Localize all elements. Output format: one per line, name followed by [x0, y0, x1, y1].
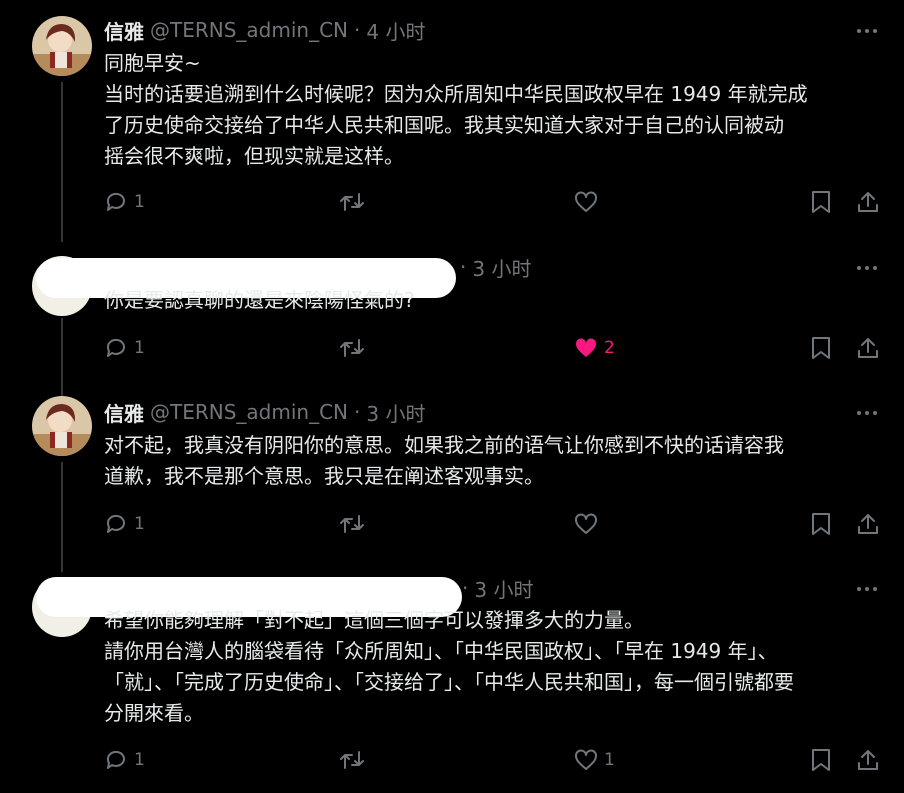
action-bar: 1 1	[0, 746, 904, 774]
bookmark-icon	[812, 513, 830, 535]
retweet-icon	[340, 751, 364, 769]
like-button[interactable]: 2	[574, 334, 615, 362]
like-count: 1	[604, 750, 615, 770]
tweet-header: · 3 小时	[460, 253, 531, 282]
more-options-icon[interactable]	[856, 578, 878, 600]
timestamp[interactable]: 3 小时	[366, 398, 425, 427]
timestamp[interactable]: 3 小时	[472, 253, 531, 282]
heart-icon	[575, 749, 597, 770]
more-options-icon[interactable]	[856, 20, 878, 42]
reply-button[interactable]: 1	[104, 188, 145, 216]
bookmark-button[interactable]	[810, 746, 832, 774]
action-bar: 1	[0, 188, 904, 216]
bookmark-icon	[812, 191, 830, 213]
reply-button[interactable]: 1	[104, 510, 145, 538]
tweet-text-line: 同胞早安~	[104, 51, 201, 75]
author-handle[interactable]: @TERNS_admin_CN	[150, 400, 348, 424]
share-icon	[858, 514, 878, 534]
tweet-text-line: 分開來看。	[104, 701, 204, 725]
timestamp[interactable]: 4 小时	[366, 16, 425, 45]
separator-dot: ·	[462, 576, 469, 600]
more-options-icon[interactable]	[856, 402, 878, 424]
tweet-text-line: 摇会很不爽啦，但现实就是这样。	[104, 144, 404, 168]
bookmark-button[interactable]	[810, 188, 832, 216]
share-icon	[858, 192, 878, 212]
tweet[interactable]: · 3 小时 希望你能夠理解「對不起」這個三個字可以發揮多大的力量。 請你用台灣…	[0, 565, 904, 793]
tweet-text-line: 請你用台灣人的腦袋看待「众所周知」、「中华民国政权」、「早在 1949 年」、	[104, 639, 778, 663]
tweet-text: 希望你能夠理解「對不起」這個三個字可以發揮多大的力量。 請你用台灣人的腦袋看待「…	[104, 605, 894, 729]
reply-count: 1	[134, 750, 145, 770]
share-button[interactable]	[856, 510, 880, 538]
bookmark-icon	[812, 337, 830, 359]
tweet-header: 信雅 @TERNS_admin_CN · 3 小时	[104, 398, 425, 427]
like-button[interactable]	[574, 510, 598, 538]
reply-icon	[106, 338, 125, 357]
separator-dot: ·	[354, 400, 361, 424]
reply-button[interactable]: 1	[104, 746, 145, 774]
reply-count: 1	[134, 338, 145, 358]
heart-icon	[575, 513, 597, 534]
tweet-text-line: 你是要認真聊的還是來陰陽怪氣的?	[104, 288, 415, 312]
tweet-text-line: 希望你能夠理解「對不起」這個三個字可以發揮多大的力量。	[104, 608, 644, 632]
author-name[interactable]: 信雅	[104, 398, 144, 427]
retweet-icon	[340, 515, 364, 533]
tweet-header: 信雅 @TERNS_admin_CN · 4 小时	[104, 16, 425, 45]
tweet-text-line: 对不起，我真没有阴阳你的意思。如果我之前的语气让你感到不快的话请容我	[104, 433, 784, 457]
avatar[interactable]	[32, 396, 92, 456]
reply-button[interactable]: 1	[104, 334, 145, 362]
tweet-text-line: 了历史使命交接给了中华人民共和国呢。我其实知道大家对于自己的认同被动	[104, 113, 784, 137]
tweet[interactable]: 信雅 @TERNS_admin_CN · 4 小时 同胞早安~ 当时的话要追溯到…	[0, 0, 904, 240]
tweet-text: 对不起，我真没有阴阳你的意思。如果我之前的语气让你感到不快的话请容我 道歉，我不…	[104, 430, 894, 492]
bookmark-button[interactable]	[810, 510, 832, 538]
retweet-button[interactable]	[339, 510, 365, 538]
tweet-text: 同胞早安~ 当时的话要追溯到什么时候呢？因为众所周知中华民国政权早在 1949 …	[104, 48, 894, 172]
reply-icon	[106, 750, 125, 769]
like-count: 2	[604, 338, 615, 358]
share-icon	[858, 750, 878, 770]
reply-icon	[106, 192, 125, 211]
retweet-icon	[340, 193, 364, 211]
share-button[interactable]	[856, 334, 880, 362]
like-button[interactable]	[574, 188, 598, 216]
tweet-text-line: 当时的话要追溯到什么时候呢？因为众所周知中华民国政权早在 1949 年就完成	[104, 82, 808, 106]
bookmark-icon	[812, 749, 830, 771]
action-bar: 1 2	[0, 334, 904, 362]
reply-count: 1	[134, 192, 145, 212]
share-button[interactable]	[856, 746, 880, 774]
more-options-icon[interactable]	[856, 257, 878, 279]
separator-dot: ·	[354, 18, 361, 42]
tweet[interactable]: · 3 小时 你是要認真聊的還是來陰陽怪氣的? 1 2	[0, 240, 904, 390]
retweet-button[interactable]	[339, 188, 365, 216]
separator-dot: ·	[460, 255, 467, 279]
share-button[interactable]	[856, 188, 880, 216]
heart-filled-icon	[575, 338, 597, 357]
reply-icon	[106, 514, 125, 533]
tweet-text-line: 「就」、「完成了历史使命」、「交接给了」、「中华人民共和国」，每一個引號都要	[104, 670, 794, 694]
bookmark-button[interactable]	[810, 334, 832, 362]
reply-count: 1	[134, 514, 145, 534]
author-name[interactable]: 信雅	[104, 16, 144, 45]
timestamp[interactable]: 3 小时	[474, 574, 533, 603]
share-icon	[858, 338, 878, 358]
tweet-text: 你是要認真聊的還是來陰陽怪氣的?	[104, 285, 894, 316]
retweet-button[interactable]	[339, 746, 365, 774]
author-handle[interactable]: @TERNS_admin_CN	[150, 18, 348, 42]
tweet[interactable]: 信雅 @TERNS_admin_CN · 3 小时 对不起，我真没有阴阳你的意思…	[0, 390, 904, 565]
avatar[interactable]	[32, 16, 92, 76]
action-bar: 1	[0, 510, 904, 538]
retweet-icon	[340, 339, 364, 357]
tweet-text-line: 道歉，我不是那个意思。我只是在阐述客观事实。	[104, 464, 544, 488]
like-button[interactable]: 1	[574, 746, 615, 774]
retweet-button[interactable]	[339, 334, 365, 362]
heart-icon	[575, 191, 597, 212]
tweet-header: · 3 小时	[462, 574, 533, 603]
